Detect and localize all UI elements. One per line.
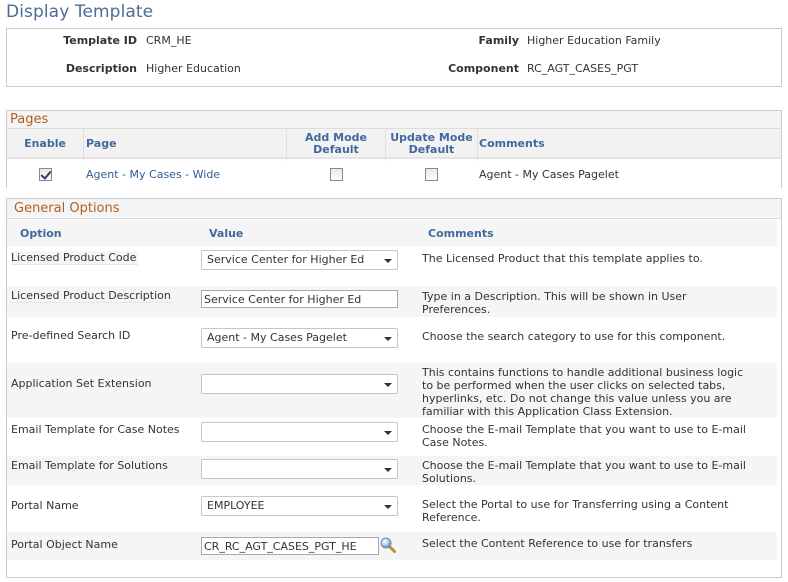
enable-cell: [7, 161, 83, 188]
enable-checkbox[interactable]: [38, 168, 52, 181]
option-row-portal-name: Portal Name EMPLOYEE Select the Portal t…: [7, 487, 777, 533]
pages-grid-title-bar: Pages: [7, 111, 781, 129]
chevron-down-icon: [384, 468, 392, 472]
template-id-value: CRM_HE: [146, 34, 192, 47]
table-row: Agent - My Cases - Wide Agent - My Cases…: [7, 161, 781, 188]
component-value: RC_AGT_CASES_PGT: [527, 62, 639, 75]
pages-grid-header: Enable Page Add Mode Default Update Mode D…: [7, 129, 781, 159]
lookup-magnifier-icon[interactable]: [379, 536, 397, 554]
general-options-title-bar: General Options: [7, 199, 781, 219]
col-header-update-mode-default: Update Mode Default: [386, 129, 477, 159]
general-options-section: General Options Option Value Comments Li…: [6, 198, 782, 578]
col-header-value: Value: [209, 227, 244, 240]
comments-cell: Agent - My Cases Pagelet: [479, 168, 619, 181]
option-comment: Choose the search category to use for th…: [422, 330, 726, 343]
pages-grid: Pages Enable Page Add Mode Default Update…: [6, 110, 782, 188]
update-mode-default-checkbox[interactable]: [425, 168, 438, 181]
option-comment: Select the Portal to use for Transferrin…: [422, 498, 729, 524]
option-comment: The Licensed Product that this template …: [422, 252, 703, 265]
portal-object-name-input[interactable]: [201, 537, 379, 555]
col-header-page: Page: [86, 137, 117, 150]
option-label: Portal Name: [11, 499, 79, 512]
option-comment: Select the Content Reference to use for …: [422, 537, 693, 550]
chevron-down-icon: [384, 383, 392, 387]
select-value: Agent - My Cases Pagelet: [207, 331, 347, 344]
col-header-update-mode-line2: Default: [408, 143, 455, 156]
pages-grid-title: Pages: [10, 112, 49, 127]
portal-name-select[interactable]: EMPLOYEE: [201, 496, 398, 516]
page-cell: Agent - My Cases - Wide: [86, 161, 286, 188]
option-label: Portal Object Name: [11, 538, 118, 551]
option-row-licensed-product-code: Licensed Product Code Service Center for…: [7, 246, 777, 284]
option-comment: Choose the E-mail Template that you want…: [422, 423, 746, 449]
option-comment: This contains functions to handle additi…: [422, 366, 744, 418]
general-options-header: Option Value Comments: [7, 220, 777, 246]
component-label: Component: [448, 62, 519, 75]
family-label: Family: [478, 34, 519, 47]
option-row-predefined-search-id: Pre-defined Search ID Agent - My Cases P…: [7, 319, 777, 360]
option-row-portal-object-name: Portal Object Name Select the Content Re…: [7, 532, 777, 560]
option-label: Email Template for Case Notes: [11, 423, 180, 436]
chevron-down-icon: [384, 259, 392, 263]
option-row-email-template-solutions: Email Template for Solutions Choose the …: [7, 456, 777, 485]
add-mode-default-checkbox[interactable]: [329, 168, 343, 181]
description-label: Description: [65, 62, 137, 75]
option-row-email-template-case-notes: Email Template for Case Notes Choose the…: [7, 419, 777, 455]
option-comment: Choose the E-mail Template that you want…: [422, 459, 746, 485]
licensed-product-code-select[interactable]: Service Center for Higher Ed: [201, 250, 398, 270]
option-comment: Type in a Description. This will be show…: [422, 290, 687, 316]
template-id-label: Template ID: [63, 34, 137, 47]
option-label: Email Template for Solutions: [11, 459, 168, 472]
update-mode-cell: [386, 161, 477, 188]
col-header-comments: Comments: [428, 227, 494, 240]
col-header-comments: Comments: [479, 137, 545, 150]
chevron-down-icon: [384, 505, 392, 509]
option-label: Licensed Product Description: [11, 289, 173, 303]
add-mode-cell: [287, 161, 385, 188]
predefined-search-id-select[interactable]: Agent - My Cases Pagelet: [201, 328, 398, 348]
chevron-down-icon: [384, 337, 392, 341]
template-header-box: Template ID CRM_HE Description Higher Ed…: [6, 28, 782, 87]
chevron-down-icon: [384, 431, 392, 435]
general-options-title: General Options: [14, 201, 120, 216]
licensed-product-description-input[interactable]: [201, 290, 398, 308]
option-label: Pre-defined Search ID: [11, 329, 131, 342]
email-template-solutions-select[interactable]: [201, 459, 398, 479]
page-link[interactable]: Agent - My Cases - Wide: [86, 168, 220, 181]
col-header-option: Option: [20, 227, 62, 240]
select-value: EMPLOYEE: [207, 499, 265, 512]
col-header-add-mode-line2: Default: [313, 143, 359, 156]
option-label: Application Set Extension: [11, 377, 152, 390]
col-header-add-mode-default: Add Mode Default: [287, 129, 385, 159]
option-row-licensed-product-description: Licensed Product Description Type in a D…: [7, 286, 777, 317]
select-value: Service Center for Higher Ed: [207, 253, 365, 266]
description-value: Higher Education: [146, 62, 241, 75]
page-title: Display Template: [6, 2, 154, 22]
application-set-extension-select[interactable]: [201, 374, 398, 394]
col-header-enable: Enable: [24, 137, 66, 150]
option-label: Licensed Product Code: [11, 251, 139, 265]
option-row-application-set-extension: Application Set Extension This contains …: [7, 363, 777, 418]
email-template-case-notes-select[interactable]: [201, 422, 398, 442]
family-value: Higher Education Family: [527, 34, 661, 47]
